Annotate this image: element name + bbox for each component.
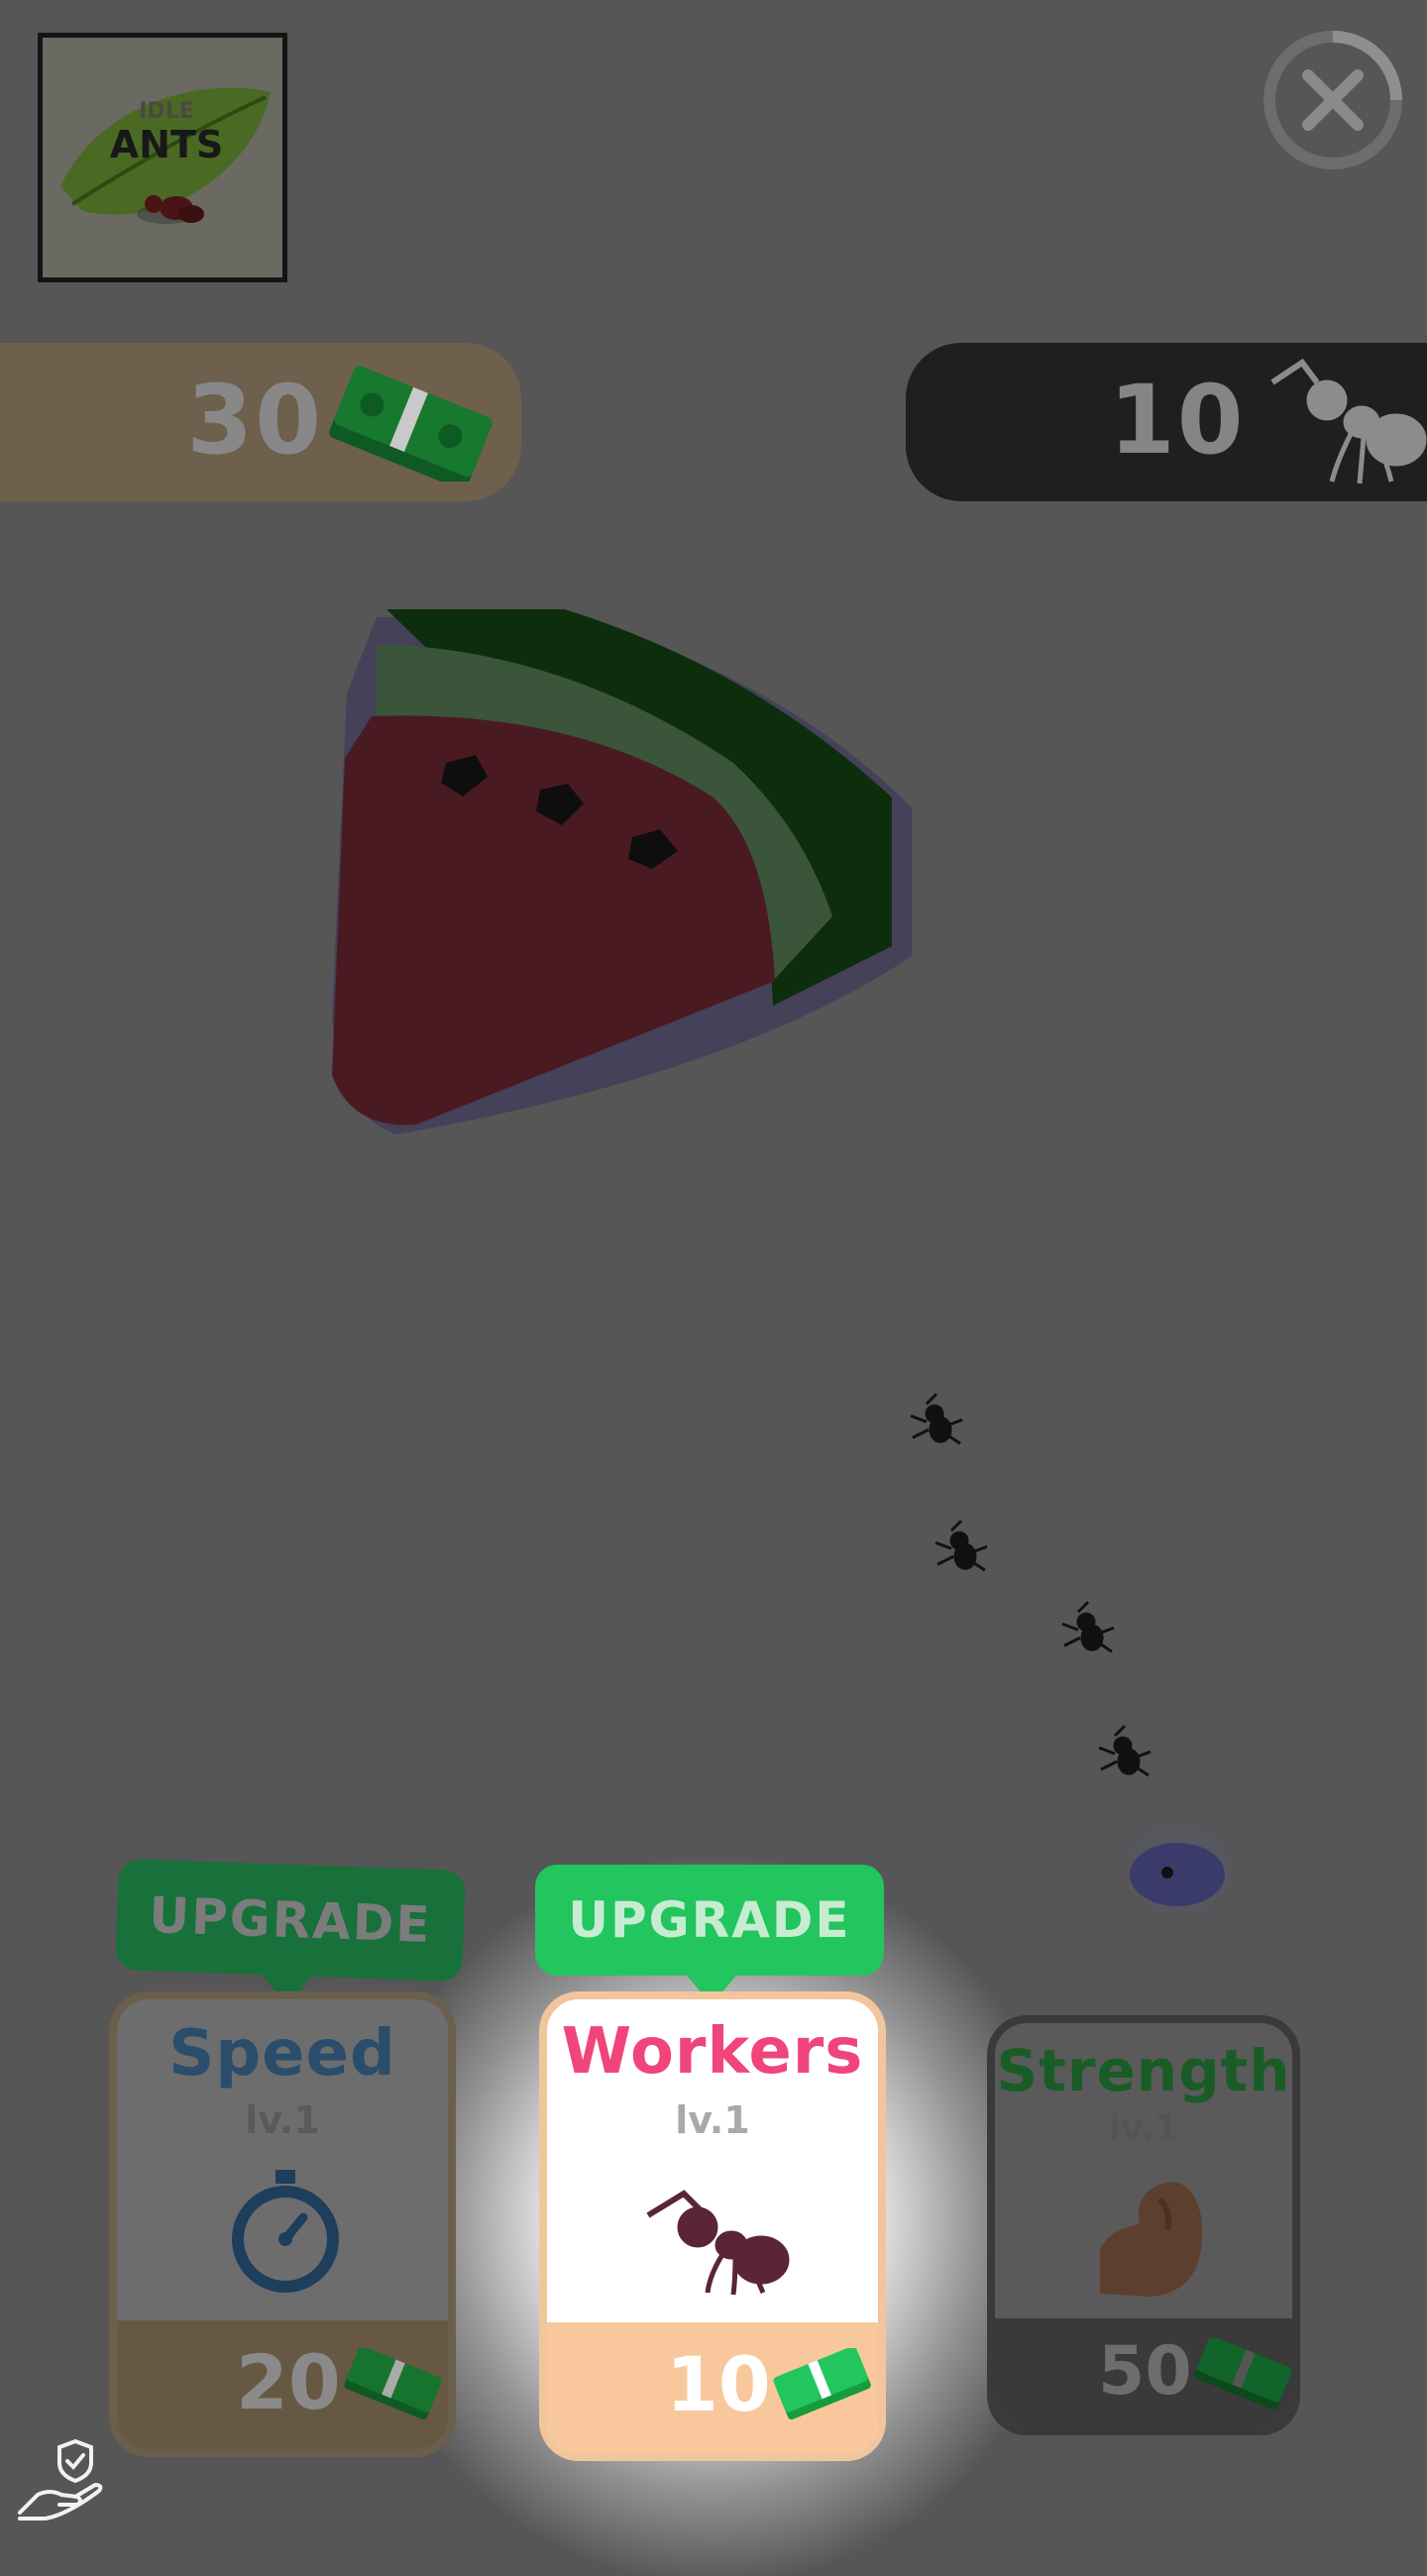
speed-upgrade-badge[interactable]: UPGRADE bbox=[115, 1858, 466, 1983]
game-logo[interactable]: IDLE ANTS bbox=[38, 33, 287, 282]
workers-title: Workers bbox=[561, 2015, 864, 2089]
workers-upgrade-card[interactable]: Workers lv.1 10 bbox=[539, 1991, 886, 2461]
money-counter: 30 bbox=[0, 343, 521, 501]
cash-icon bbox=[773, 2348, 871, 2419]
workers-upgrade-badge[interactable]: UPGRADE bbox=[535, 1865, 884, 1976]
speed-price: 20 bbox=[236, 2338, 341, 2426]
ant-icon bbox=[646, 2190, 790, 2296]
ant-worker bbox=[910, 1392, 963, 1446]
strength-title: Strength bbox=[996, 2037, 1291, 2104]
strength-level: lv.1 bbox=[1108, 2108, 1179, 2149]
cash-icon bbox=[1194, 2338, 1292, 2410]
speed-title: Speed bbox=[168, 2017, 396, 2091]
ant-icon bbox=[1270, 358, 1427, 484]
workers-price-panel: 10 bbox=[547, 2322, 878, 2453]
stopwatch-icon bbox=[232, 2170, 339, 2293]
logo-text-idle: IDLE bbox=[139, 99, 194, 124]
speed-upgrade-card[interactable]: Speed lv.1 20 bbox=[109, 1991, 456, 2457]
ant-count-counter: 10 bbox=[906, 343, 1427, 501]
strength-price-panel: 50 bbox=[995, 2318, 1292, 2427]
watermelon-slice bbox=[332, 609, 912, 1134]
workers-price: 10 bbox=[666, 2340, 771, 2428]
strength-price: 50 bbox=[1098, 2332, 1192, 2411]
money-value: 30 bbox=[186, 365, 323, 476]
speed-level: lv.1 bbox=[245, 2098, 320, 2142]
workers-upgrade-badge-label: UPGRADE bbox=[568, 1891, 851, 1949]
workers-level: lv.1 bbox=[675, 2098, 750, 2142]
speed-upgrade-badge-label: UPGRADE bbox=[148, 1886, 433, 1954]
muscle-arm-icon bbox=[1100, 2182, 1203, 2297]
cash-icon bbox=[344, 2348, 442, 2419]
close-icon bbox=[1263, 31, 1402, 169]
strength-upgrade-card[interactable]: Strength lv.1 50 bbox=[987, 2015, 1300, 2435]
privacy-shield-hand-icon[interactable] bbox=[16, 2435, 105, 2524]
cash-icon bbox=[329, 366, 493, 482]
ant-worker bbox=[934, 1519, 988, 1572]
logo-text-ants: ANTS bbox=[109, 123, 224, 166]
ant-count-value: 10 bbox=[1109, 365, 1246, 476]
speed-price-panel: 20 bbox=[117, 2320, 448, 2449]
ant-worker bbox=[1061, 1600, 1115, 1654]
close-button[interactable] bbox=[1259, 26, 1407, 174]
